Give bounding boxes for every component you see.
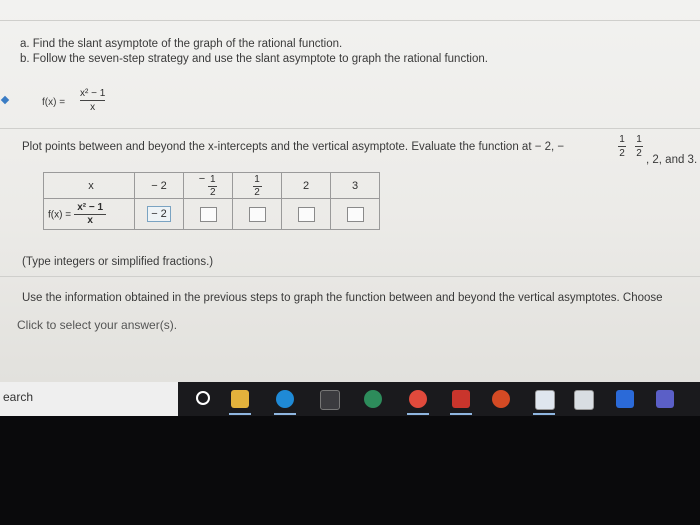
active-indicator [229, 413, 251, 415]
function-denominator: x [90, 102, 96, 113]
answer-input-1[interactable]: − 2 [147, 206, 171, 222]
x-value-3: 1 2 [232, 172, 282, 199]
answer-input-5[interactable] [346, 206, 364, 222]
zoom-icon[interactable] [616, 390, 634, 408]
fx-header: f(x) = x² − 1 x [43, 198, 135, 230]
fx-lhs: f(x) = [48, 208, 72, 220]
search-box-text: earch [3, 390, 34, 404]
x-value-2-num: 1 [209, 174, 216, 185]
plot-values-start: − 2, − [534, 141, 565, 153]
function-fraction: x² − 1 x [80, 88, 106, 113]
answer-input-4[interactable] [297, 206, 315, 222]
plot-frac-1-num: 1 [619, 134, 625, 145]
fx-answer-4 [281, 198, 331, 230]
x-value-2-den: 2 [209, 187, 216, 198]
browser-content: a. Find the slant asymptote of the graph… [0, 0, 700, 382]
mcafee-icon[interactable] [452, 390, 470, 408]
expand-arrow-icon[interactable] [0, 95, 10, 105]
divider-top [0, 20, 700, 21]
x-value-2: − 1 2 [183, 172, 233, 199]
instruction-a: a. Find the slant asymptote of the graph… [20, 38, 343, 50]
x-value-3-num: 1 [254, 174, 260, 185]
x-value-3-den: 2 [254, 187, 260, 198]
divider-middle [0, 128, 700, 129]
answer-format-note: (Type integers or simplified fractions.) [22, 256, 214, 268]
taskbar-search-box[interactable]: earch [0, 382, 178, 416]
word-icon[interactable] [535, 390, 555, 410]
x-value-5: 3 [330, 172, 380, 199]
file-explorer-icon[interactable] [231, 390, 249, 408]
fx-denominator: x [87, 214, 93, 226]
function-numerator: x² − 1 [80, 88, 106, 99]
active-indicator [450, 413, 472, 415]
x-value-2-fraction: 1 2 [208, 174, 218, 198]
plot-frac-2-den: 2 [636, 148, 642, 159]
x-value-3-fraction: 1 2 [252, 174, 262, 198]
x-value-2-sign: − [198, 173, 206, 185]
windows-taskbar: earch [0, 382, 700, 416]
answer-input-2[interactable] [199, 206, 217, 222]
plot-prompt-text: Plot points between and beyond the x-int… [22, 141, 532, 153]
use-info-text: Use the information obtained in the prev… [22, 292, 663, 304]
table-row-fx: f(x) = x² − 1 x − 2 [43, 198, 380, 230]
x-value-4: 2 [281, 172, 331, 199]
active-indicator [407, 413, 429, 415]
plot-values-end: , 2, and 3. [646, 154, 698, 166]
active-indicator [274, 413, 296, 415]
fx-answer-5 [330, 198, 380, 230]
divider-lower [0, 276, 700, 277]
edge-browser-icon[interactable] [276, 390, 294, 408]
app-icon[interactable] [364, 390, 382, 408]
plot-frac-2-num: 1 [636, 134, 642, 145]
teams-icon[interactable] [656, 390, 674, 408]
fraction-bar [80, 100, 106, 101]
click-to-select-link[interactable]: Click to select your answer(s). [17, 318, 177, 332]
plot-frac-1-den: 2 [619, 148, 625, 159]
plot-frac-2: 1 2 [635, 134, 643, 159]
plot-prompt: Plot points between and beyond the x-int… [22, 141, 564, 153]
fx-answer-3 [232, 198, 282, 230]
fraction-bar [618, 146, 626, 147]
instruction-b: b. Follow the seven-step strategy and us… [20, 53, 488, 65]
answer-input-3[interactable] [248, 206, 266, 222]
active-indicator [533, 413, 555, 415]
store-icon[interactable] [320, 390, 340, 410]
fx-fraction: x² − 1 x [74, 201, 107, 226]
function-lhs: f(x) = [42, 97, 66, 108]
fx-answer-1: − 2 [134, 198, 184, 230]
x-header: x [43, 172, 135, 199]
photos-icon[interactable] [574, 390, 594, 410]
plot-frac-1: 1 2 [618, 134, 626, 159]
monitor-bezel [0, 416, 700, 525]
powerpoint-icon[interactable] [492, 390, 510, 408]
fraction-bar [635, 146, 643, 147]
cortana-icon[interactable] [196, 391, 210, 405]
chrome-icon[interactable] [409, 390, 427, 408]
fx-answer-2 [183, 198, 233, 230]
fx-numerator: x² − 1 [77, 201, 104, 213]
x-value-1: − 2 [134, 172, 184, 199]
table-row-x: x − 2 − 1 2 1 2 2 3 [43, 172, 380, 199]
values-table: x − 2 − 1 2 1 2 2 3 f(x) = x² − 1 x − 2 [43, 172, 380, 230]
